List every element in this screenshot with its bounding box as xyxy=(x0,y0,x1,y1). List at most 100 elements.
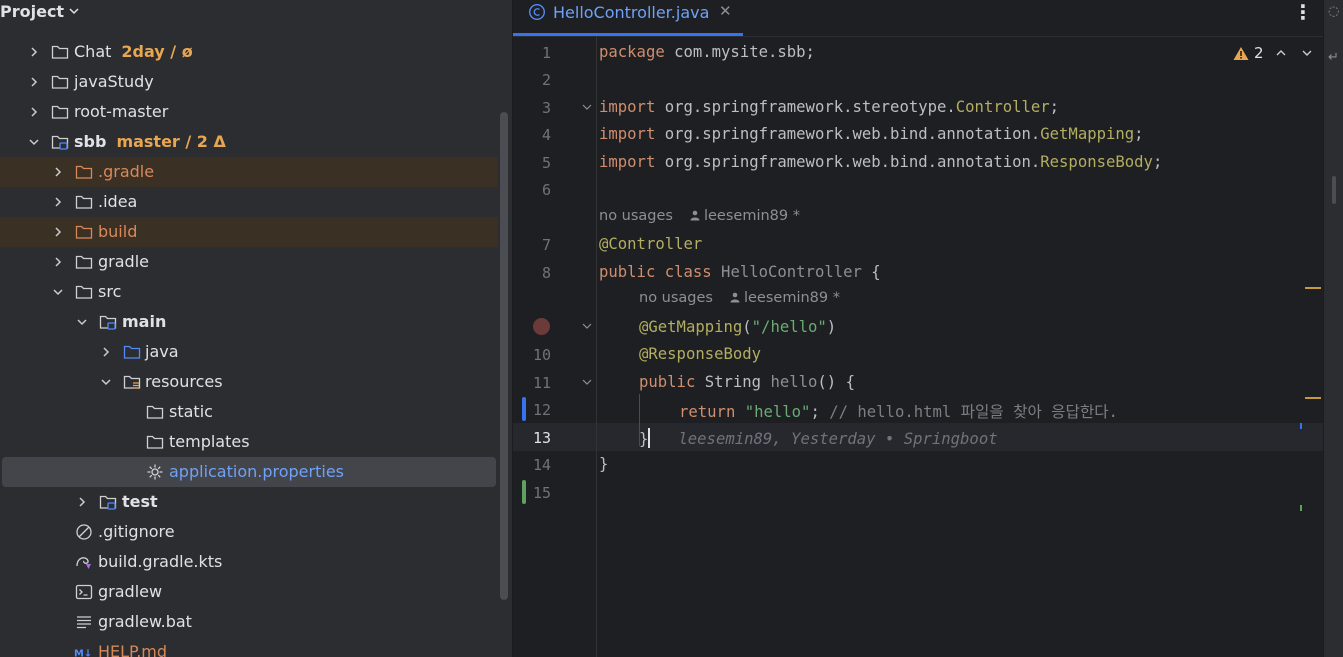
close-icon[interactable]: ✕ xyxy=(719,2,732,20)
chevron-right-icon[interactable] xyxy=(51,165,65,179)
tree-item-label: .gradle xyxy=(98,162,155,181)
project-panel-title[interactable]: Project xyxy=(0,2,64,21)
code-line-9[interactable]: @GetMapping("/hello") xyxy=(639,318,836,336)
enter-icon[interactable]: ↵ xyxy=(1328,50,1339,65)
code-line-14[interactable]: } xyxy=(599,455,608,473)
inlay-hint-class[interactable]: no usages leesemin89 * xyxy=(599,208,800,224)
annotation: @Controller xyxy=(599,235,703,253)
code-line-11[interactable]: public String hello() { xyxy=(639,373,855,391)
tree-item-main[interactable]: main xyxy=(0,307,498,337)
tree-item-help-md[interactable]: M↓ HELP.md xyxy=(0,637,498,657)
tree-item-javastudy[interactable]: javaStudy xyxy=(0,67,498,97)
module-folder-icon xyxy=(51,135,69,150)
chevron-right-icon[interactable] xyxy=(51,225,65,239)
chevron-down-icon[interactable] xyxy=(75,315,89,329)
warning-icon[interactable] xyxy=(1233,46,1249,61)
tree-item-sbb[interactable]: sbb master / 2 Δ xyxy=(0,127,498,157)
tree-item-templates[interactable]: templates xyxy=(0,427,498,457)
tree-item-src[interactable]: src xyxy=(0,277,498,307)
chevron-down-icon[interactable] xyxy=(99,375,113,389)
warning-stripe-mark[interactable] xyxy=(1305,287,1321,289)
line-number: 14 xyxy=(532,456,551,474)
chevron-up-icon[interactable] xyxy=(1275,47,1287,59)
tree-item-build-gradle-kts[interactable]: build.gradle.kts xyxy=(0,547,498,577)
tree-item-gradlew-bat[interactable]: gradlew.bat xyxy=(0,607,498,637)
tree-item-resources[interactable]: resources xyxy=(0,367,498,397)
code-line-12[interactable]: return "hello"; // hello.html 파일을 찾아 응답한… xyxy=(679,400,1118,422)
method-name: hello xyxy=(770,373,818,391)
fold-chevron-icon[interactable] xyxy=(581,320,593,332)
chevron-right-icon[interactable] xyxy=(51,195,65,209)
chevron-down-icon[interactable] xyxy=(1301,47,1313,59)
chevron-down-icon[interactable] xyxy=(51,285,65,299)
semicolon: ; xyxy=(1134,125,1144,143)
change-stripe-mark[interactable] xyxy=(1300,423,1302,429)
chevron-right-icon[interactable] xyxy=(27,45,41,59)
code-line-8[interactable]: public class HelloController { xyxy=(599,263,881,281)
svg-text:M↓: M↓ xyxy=(74,649,92,657)
project-panel-header[interactable]: Project xyxy=(0,0,512,26)
inlay-hint-method[interactable]: no usages leesemin89 * xyxy=(639,290,840,306)
chevron-right-icon[interactable] xyxy=(99,345,113,359)
warning-stripe-mark[interactable] xyxy=(1305,397,1321,399)
tree-item-idea[interactable]: .idea xyxy=(0,187,498,217)
git-blame-hint[interactable]: leesemin89, Yesterday • Springboot xyxy=(678,430,997,448)
author-hint[interactable]: leesemin89 * xyxy=(744,290,840,306)
tree-item-test[interactable]: test xyxy=(0,487,498,517)
vcs-modified-marker[interactable] xyxy=(522,397,526,421)
tree-item-gitignore[interactable]: .gitignore xyxy=(0,517,498,547)
chevron-right-icon[interactable] xyxy=(51,255,65,269)
folder-icon xyxy=(146,405,164,419)
ignore-file-icon xyxy=(76,524,92,540)
vcs-added-marker[interactable] xyxy=(522,480,526,504)
tree-item-gradle[interactable]: gradle xyxy=(0,247,498,277)
project-panel: Project Chat 2day / ø javaStudy root-mast… xyxy=(0,0,512,657)
tree-item-gradlew[interactable]: gradlew xyxy=(0,577,498,607)
chevron-down-icon[interactable] xyxy=(27,135,41,149)
tree-item-java[interactable]: java xyxy=(0,337,498,367)
chevron-down-icon[interactable] xyxy=(67,4,81,18)
import-package: org.springframework.web.bind.annotation. xyxy=(655,153,1041,171)
project-scrollbar[interactable] xyxy=(500,112,508,600)
semicolon: ; xyxy=(1152,153,1163,171)
author-hint[interactable]: leesemin89 * xyxy=(704,208,800,224)
code-editor[interactable]: HelloController.java ✕ ⋮ ◌ ↵ 1 2 3 4 5 6… xyxy=(513,0,1343,657)
change-stripe-mark[interactable] xyxy=(1300,505,1302,511)
tree-item-build[interactable]: build xyxy=(0,217,498,247)
code-line-10[interactable]: @ResponseBody xyxy=(639,345,761,363)
editor-scrollbar[interactable] xyxy=(1332,176,1336,204)
module-folder-icon xyxy=(99,495,117,510)
code-line-3[interactable]: import org.springframework.stereotype.Co… xyxy=(599,98,1059,116)
code-line-5[interactable]: import org.springframework.web.bind.anno… xyxy=(599,153,1162,171)
right-tool-strip: ◌ ↵ xyxy=(1323,0,1343,657)
chevron-right-icon[interactable] xyxy=(27,75,41,89)
tree-item-label: gradlew xyxy=(98,582,163,601)
code-line-7[interactable]: @Controller xyxy=(599,235,702,253)
code-line-4[interactable]: import org.springframework.web.bind.anno… xyxy=(599,125,1144,143)
breakpoint-icon[interactable] xyxy=(533,318,550,335)
editor-tab-bar: HelloController.java ✕ ⋮ xyxy=(513,0,1343,37)
tree-item-static[interactable]: static xyxy=(0,397,498,427)
code-line-13[interactable]: } leesemin89, Yesterday • Springboot xyxy=(639,428,998,448)
tree-item-chat[interactable]: Chat 2day / ø xyxy=(0,37,498,67)
tree-item-application-properties[interactable]: application.properties xyxy=(2,457,496,487)
tree-item-label: test xyxy=(122,492,158,511)
tab-hello-controller[interactable]: HelloController.java ✕ xyxy=(513,0,743,36)
java-class-icon xyxy=(528,3,546,21)
more-vertical-icon[interactable]: ⋮ xyxy=(1293,0,1313,24)
tree-item-label: sbb master / 2 Δ xyxy=(74,132,226,151)
tool-window-icon[interactable]: ◌ xyxy=(1328,4,1339,19)
tree-item-root-master[interactable]: root-master xyxy=(0,97,498,127)
import-package: org.springframework.web.bind.annotation. xyxy=(655,125,1041,143)
annotation: @GetMapping xyxy=(639,318,743,336)
chevron-right-icon[interactable] xyxy=(75,495,89,509)
fold-chevron-icon[interactable] xyxy=(581,101,593,113)
usages-hint[interactable]: no usages xyxy=(599,208,673,224)
code-line-1[interactable]: package com.mysite.sbb; xyxy=(599,43,815,61)
import-class: GetMapping xyxy=(1040,125,1135,143)
warning-count[interactable]: 2 xyxy=(1254,44,1264,62)
fold-chevron-icon[interactable] xyxy=(581,376,593,388)
chevron-right-icon[interactable] xyxy=(27,105,41,119)
usages-hint[interactable]: no usages xyxy=(639,290,713,306)
tree-item-gradle-cache[interactable]: .gradle xyxy=(0,157,498,187)
